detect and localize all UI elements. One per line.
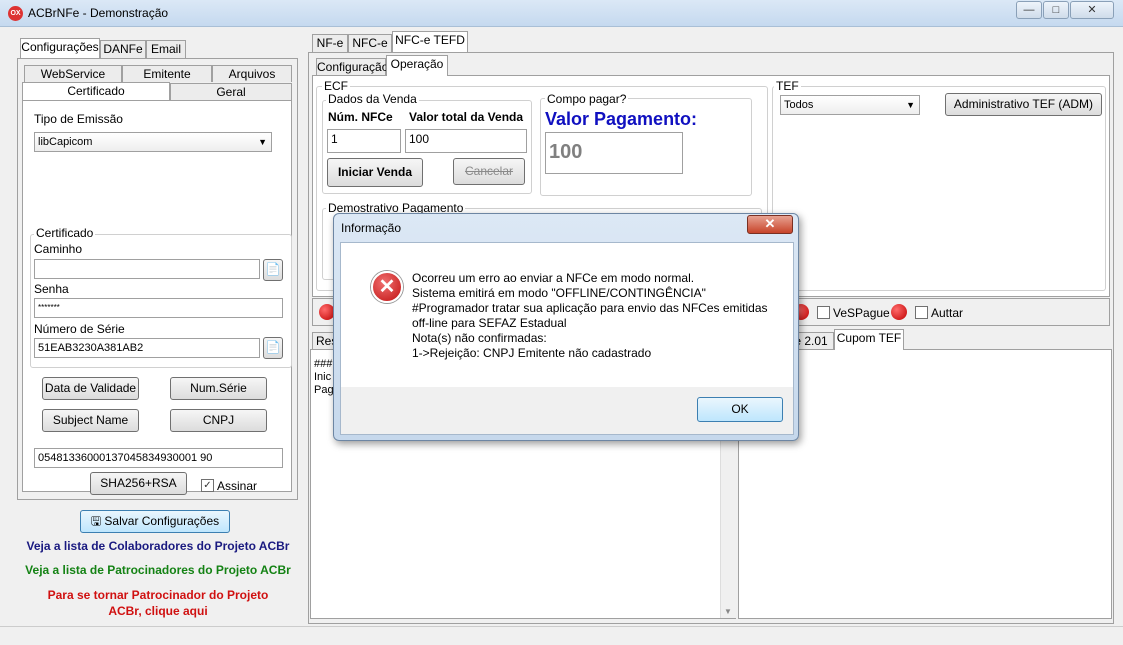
chevron-down-icon: ▼ xyxy=(258,137,267,147)
valor-pagamento-label: Valor Pagamento: xyxy=(545,109,698,129)
tipo-emissao-label: Tipo de Emissão xyxy=(34,112,123,126)
tab-nfce-tefd[interactable]: NFC-e TEFD xyxy=(392,31,468,52)
certificado-legend: Certificado xyxy=(34,226,96,240)
patrocinadores-link[interactable]: Veja a lista de Patrocinadores do Projet… xyxy=(13,563,303,577)
tef-select-value: Todos xyxy=(784,99,814,111)
log-line: Inic xyxy=(314,371,332,383)
close-window-button[interactable]: ✕ xyxy=(1070,1,1114,19)
tab-nfe[interactable]: NF-e xyxy=(312,34,348,52)
window-status-bar xyxy=(0,626,1123,645)
log-line: ### xyxy=(314,358,333,370)
data-validade-button[interactable]: Data de Validade xyxy=(42,377,139,400)
dados-venda-legend: Dados da Venda xyxy=(326,92,419,106)
tab-emitente[interactable]: Emitente xyxy=(122,65,212,82)
browse-file-button[interactable]: 📄 xyxy=(263,259,283,281)
tab-cupom-tef[interactable]: Cupom TEF xyxy=(834,329,904,350)
num-nfce-input[interactable]: 1 xyxy=(327,129,401,153)
select-certificate-button[interactable]: 📄 xyxy=(263,337,283,359)
caminho-input[interactable] xyxy=(34,259,260,279)
auttar-checkbox[interactable] xyxy=(915,306,928,319)
window-title: ACBrNFe - Demonstração xyxy=(28,6,169,20)
informacao-dialog: Informação ✕ ✕ Ocorreu um erro ao enviar… xyxy=(333,213,799,441)
file-icon: 📄 xyxy=(265,340,281,354)
colaboradores-link[interactable]: Veja a lista de Colaboradores do Projeto… xyxy=(13,539,303,553)
administrativo-tef-button[interactable]: Administrativo TEF (ADM) xyxy=(945,93,1102,116)
title-bar: OX ACBrNFe - Demonstração — □ ✕ xyxy=(0,0,1123,27)
file-icon: 📄 xyxy=(265,262,281,276)
tornar-patrocinador-link[interactable]: Para se tornar Patrocinador do Projeto A… xyxy=(13,587,303,619)
sha256-rsa-button[interactable]: SHA256+RSA xyxy=(90,472,187,495)
subject-name-button[interactable]: Subject Name xyxy=(42,409,139,432)
vespague-label: VeSPague xyxy=(833,306,890,320)
app-icon: OX xyxy=(8,6,23,21)
tab-arquivos[interactable]: Arquivos xyxy=(212,65,292,82)
ecf-legend: ECF xyxy=(322,79,350,93)
tab-nfce[interactable]: NFC-e xyxy=(348,34,392,52)
close-icon: ✕ xyxy=(764,216,776,231)
num-nfce-label: Núm. NFCe xyxy=(328,110,393,124)
tab-configuracao[interactable]: Configuração xyxy=(316,58,388,76)
hash-input[interactable]: 05481336000137045834930001 90 xyxy=(34,448,283,468)
minimize-button[interactable]: — xyxy=(1016,1,1042,19)
tab-geral[interactable]: Geral xyxy=(170,83,292,100)
senha-input[interactable]: ******* xyxy=(34,298,283,318)
dialog-message: Ocorreu um erro ao enviar a NFCe em modo… xyxy=(412,271,768,360)
num-serie-button[interactable]: Num.Série xyxy=(170,377,267,400)
tab-webservice[interactable]: WebService xyxy=(24,65,122,82)
tab-configuracoes[interactable]: Configurações xyxy=(20,38,100,58)
dialog-body: ✕ Ocorreu um erro ao enviar a NFCe em mo… xyxy=(340,242,794,387)
cancelar-button[interactable]: Cancelar xyxy=(453,158,525,185)
tef-legend: TEF xyxy=(774,79,801,93)
maximize-button[interactable]: □ xyxy=(1043,1,1069,19)
assinar-label: Assinar xyxy=(217,479,258,493)
iniciar-venda-button[interactable]: Iniciar Venda xyxy=(327,158,423,187)
tab-email[interactable]: Email xyxy=(146,40,186,58)
left-panel: Configurações DANFe Email WebService Emi… xyxy=(0,28,305,624)
cnpj-button[interactable]: CNPJ xyxy=(170,409,267,432)
assinar-checkbox[interactable]: ✓ xyxy=(201,479,214,492)
error-icon: ✕ xyxy=(371,271,403,303)
senha-label: Senha xyxy=(34,282,69,296)
tipo-emissao-select[interactable]: libCapicom ▼ xyxy=(34,132,272,152)
status-led xyxy=(891,304,907,320)
tab-certificado[interactable]: Certificado xyxy=(22,82,170,100)
log-line: Pag xyxy=(314,384,334,396)
tipo-emissao-value: libCapicom xyxy=(38,136,93,148)
tab-danfe[interactable]: DANFe xyxy=(100,40,146,58)
numero-serie-label: Número de Série xyxy=(34,322,125,336)
tef-group xyxy=(772,86,1106,291)
auttar-label: Auttar xyxy=(931,306,964,320)
ok-button[interactable]: OK xyxy=(697,397,783,422)
valor-total-label: Valor total da Venda xyxy=(409,110,524,124)
valor-pagamento-input[interactable]: 100 xyxy=(545,132,683,174)
chevron-down-icon: ▼ xyxy=(906,100,915,110)
caminho-label: Caminho xyxy=(34,242,83,256)
vespague-checkbox[interactable] xyxy=(817,306,830,319)
dialog-title: Informação xyxy=(341,221,402,235)
numero-serie-input[interactable]: 51EAB3230A381AB2 xyxy=(34,338,260,358)
tab-operacao[interactable]: Operação xyxy=(386,55,448,76)
dialog-close-button[interactable]: ✕ xyxy=(747,215,793,234)
valor-total-input[interactable]: 100 xyxy=(405,129,527,153)
save-icon: 🖫 xyxy=(90,514,102,528)
salvar-configuracoes-label: Salvar Configurações xyxy=(104,514,220,528)
dialog-footer: OK xyxy=(340,387,794,435)
arrow-down-icon: ▼ xyxy=(724,607,732,616)
salvar-configuracoes-button[interactable]: 🖫 Salvar Configurações xyxy=(80,510,230,533)
como-pagar-legend: Compo pagar? xyxy=(545,92,629,106)
tef-select[interactable]: Todos ▼ xyxy=(780,95,920,115)
